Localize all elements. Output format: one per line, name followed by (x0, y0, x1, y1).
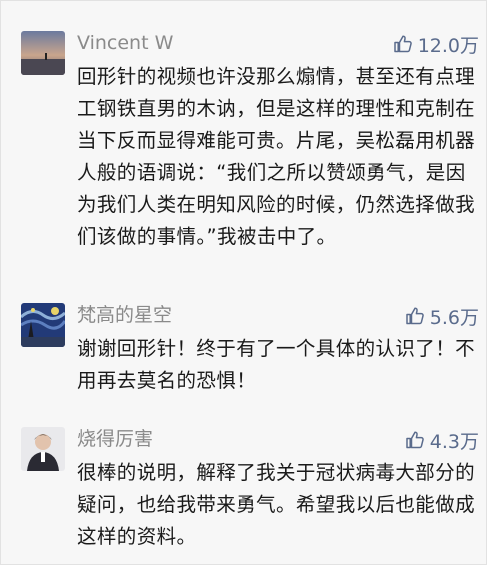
comment-text: 回形针的视频也许没那么煽情，甚至还有点理工钢铁直男的木讷，但是这样的理性和克制在… (77, 65, 476, 248)
username[interactable]: 烧得厉害 (77, 427, 153, 451)
username[interactable]: Vincent W (77, 31, 173, 55)
avatar[interactable] (21, 303, 65, 347)
thumbs-up-icon (393, 35, 412, 53)
comment-list: Vincent W 12.0万 回形针的视频也许没那么煽情，甚至还有点理工钢铁直… (0, 0, 487, 565)
like-button[interactable]: 4.3万 (405, 427, 479, 453)
like-button[interactable]: 12.0万 (393, 31, 479, 57)
like-button[interactable]: 5.6万 (405, 303, 479, 329)
thumbs-up-icon (406, 307, 424, 325)
avatar[interactable] (21, 427, 65, 471)
like-count: 5.6万 (429, 306, 479, 329)
like-count: 4.3万 (429, 430, 479, 453)
like-count: 12.0万 (417, 34, 479, 57)
comment-text: 谢谢回形针！终于有了一个具体的认识了！不用再去莫名的恐惧！ (77, 337, 476, 392)
thumbs-up-icon (406, 431, 424, 449)
avatar[interactable] (21, 31, 65, 75)
comment-text: 很棒的说明，解释了我关于冠状病毒大部分的疑问，也给我带来勇气。希望我以后也能做成… (77, 461, 476, 548)
username[interactable]: 梵高的星空 (77, 303, 172, 327)
